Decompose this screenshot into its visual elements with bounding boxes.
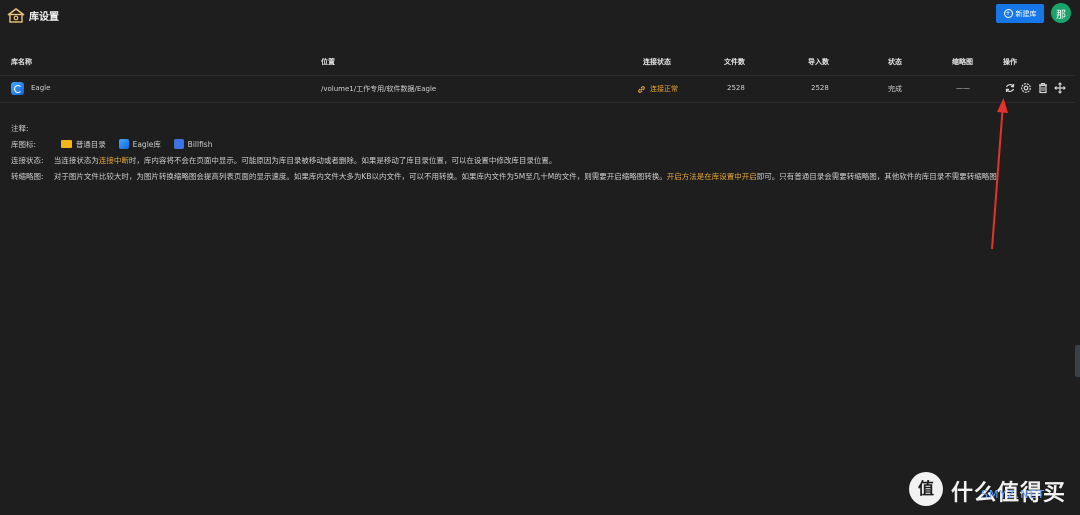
- watermark: 什么值得买 SMYZ.NET: [909, 470, 1074, 508]
- notes-link-highlight: 连接中断: [98, 156, 129, 165]
- table-row[interactable]: [0, 75, 1075, 103]
- icon-item-normal: 普通目录: [75, 140, 106, 149]
- avatar[interactable]: 那: [1051, 3, 1071, 23]
- notes-thumb-label: 转缩略图:: [11, 172, 44, 181]
- notes-icon-line: 库图标: 普通目录 Eagle库 Billfish: [11, 139, 212, 150]
- file-count: 2528: [727, 84, 745, 92]
- eagle-icon: [118, 139, 129, 149]
- watermark-sub: SMYZ.NET: [981, 488, 1046, 501]
- notes-thumb-highlight: 开启方法是在库设置中开启: [666, 172, 757, 181]
- new-library-button[interactable]: + 新建库: [996, 4, 1044, 23]
- folder-icon: [60, 140, 72, 148]
- column-header-status: 状态: [888, 58, 902, 66]
- move-icon[interactable]: [1054, 82, 1066, 94]
- status-value: 完成: [888, 85, 902, 93]
- import-count: 2528: [811, 84, 829, 92]
- link-icon: [638, 85, 645, 93]
- column-header-import-count: 导入数: [808, 58, 829, 66]
- column-header-name: 库名称: [11, 58, 32, 66]
- home-icon: [7, 8, 25, 23]
- page-title: 库设置: [29, 12, 59, 23]
- icon-item-eagle: Eagle库: [132, 140, 161, 149]
- library-name: Eagle: [31, 84, 51, 92]
- plus-circle-icon: +: [1003, 9, 1013, 18]
- top-bar: 库设置 + 新建库 那: [0, 0, 1080, 30]
- link-status-text: 连接正常: [650, 85, 678, 93]
- notes-title: 注释:: [11, 124, 29, 133]
- notes-icon-label: 库图标:: [11, 140, 37, 149]
- notes-thumb-line: 转缩略图: 对于图片文件比较大时，为图片转换缩略图会提高列表页面的显示速度。如果…: [11, 171, 997, 182]
- notes-link-line: 连接状态: 当连接状态为连接中断时，库内容将不会在页面中显示。可能原因为库目录被…: [11, 155, 556, 166]
- thumbnail-value: ——: [956, 84, 970, 92]
- library-location: /volume1/工作专用/软件数据/Eagle: [321, 85, 437, 93]
- watermark-logo: [909, 472, 943, 506]
- notes-thumb-text-1: 对于图片文件比较大时，为图片转换缩略图会提高列表页面的显示速度。如果库内文件大多…: [53, 172, 667, 181]
- column-header-location: 位置: [321, 58, 335, 66]
- link-status-cell: 连接正常: [637, 84, 678, 94]
- icon-item-billfish: Billfish: [187, 140, 213, 149]
- notes-link-label: 连接状态:: [11, 156, 44, 165]
- column-header-link-status: 连接状态: [643, 58, 671, 66]
- billfish-icon: [173, 139, 184, 149]
- new-library-label: 新建库: [1015, 9, 1037, 18]
- refresh-icon[interactable]: [1004, 82, 1016, 94]
- gear-icon[interactable]: [1020, 82, 1032, 94]
- notes-link-text-2: 时，库内容将不会在页面中显示。可能原因为库目录被移动或者删除。如果是移动了库目录…: [128, 156, 557, 165]
- eagle-library-icon: [11, 82, 24, 95]
- side-panel-handle[interactable]: [1075, 345, 1080, 377]
- column-header-thumbnail: 缩略图: [952, 58, 973, 66]
- column-header-file-count: 文件数: [724, 58, 745, 66]
- notes-link-text-1: 当连接状态为: [53, 156, 99, 165]
- notes-thumb-text-2: 即可。只有普通目录会需要转缩略图，其他软件的库目录不需要转缩略图: [756, 172, 997, 181]
- trash-icon[interactable]: [1037, 82, 1049, 94]
- column-header-actions: 操作: [1003, 58, 1017, 66]
